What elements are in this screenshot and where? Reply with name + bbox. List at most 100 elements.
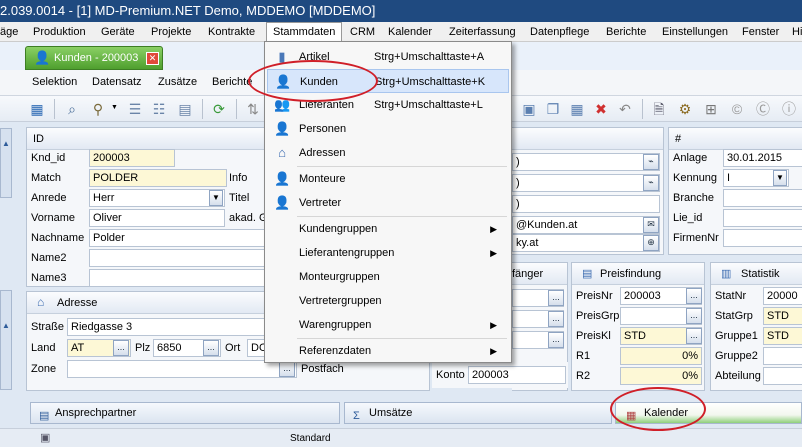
r1-field[interactable]: 0%	[620, 347, 702, 365]
abteilung-field[interactable]	[763, 367, 802, 385]
contact-field-2[interactable]: )	[512, 174, 660, 192]
gruppe2-field[interactable]	[763, 347, 802, 365]
grid-small-icon[interactable]: ⊞	[702, 100, 720, 118]
menu-item-zeiterfassung[interactable]: Zeiterfassung	[449, 22, 516, 41]
strasse-field[interactable]: Riedgasse 3	[67, 318, 297, 336]
document-icon[interactable]: 🗎	[650, 100, 668, 118]
lookup-button[interactable]: ...	[548, 290, 564, 306]
info-label: Info	[229, 172, 248, 184]
menu-item-berichte[interactable]: Berichte	[606, 22, 646, 41]
c-icon[interactable]: Ⓒ	[754, 100, 772, 118]
lookup-button[interactable]: ...	[548, 311, 564, 327]
name2-field[interactable]	[89, 249, 266, 267]
zone-field[interactable]	[67, 360, 297, 378]
save-icon[interactable]: ▣	[520, 100, 538, 118]
menu-item-adressen[interactable]: ⌂ Adressen	[267, 141, 509, 165]
bottom-tool-icon[interactable]: ▣	[40, 431, 50, 444]
vorname-field[interactable]: Oliver	[89, 209, 225, 227]
paperclip-icon[interactable]: ⌁	[643, 175, 659, 191]
menu-item-crm[interactable]: CRM	[350, 22, 375, 41]
menu-item-einstellungen[interactable]: Einstellungen	[662, 22, 728, 41]
bottom-view-select[interactable]: Standard	[290, 433, 331, 444]
menu-item-fenster[interactable]: Fenster	[742, 22, 779, 41]
name3-field[interactable]	[89, 269, 266, 287]
menu-item-produktion[interactable]: Produktion	[33, 22, 86, 41]
submenu-selektion[interactable]: Selektion	[32, 76, 77, 88]
menu-item-hilfe[interactable]: Hilfe	[792, 22, 802, 41]
side-collapse-bottom[interactable]: ▲	[0, 290, 12, 390]
chevron-down-icon[interactable]: ▼	[773, 170, 787, 186]
tab-ansprechpartner[interactable]: ▤ Ansprechpartner	[30, 402, 340, 424]
zone-lookup-button[interactable]: ...	[279, 361, 295, 377]
delete-icon[interactable]: ✖	[592, 100, 610, 118]
info-icon[interactable]: ⓘ	[780, 100, 798, 118]
statnr-field[interactable]: 20000	[763, 287, 802, 305]
filter-icon[interactable]: ⚲	[89, 100, 107, 118]
menu-item-personen[interactable]: 👤 Personen	[267, 117, 509, 141]
web-icon[interactable]: ⊕	[643, 235, 659, 251]
list-alt-icon[interactable]: ☷	[150, 100, 168, 118]
lie-id-field[interactable]	[723, 209, 802, 227]
statgrp-field[interactable]: STD	[763, 307, 802, 325]
lookup-button[interactable]: ...	[686, 288, 702, 304]
menu-item-stammdaten[interactable]: Stammdaten	[266, 22, 342, 41]
search-icon[interactable]: ⌕	[63, 100, 81, 118]
list-icon[interactable]: ☰	[126, 100, 144, 118]
anlage-field[interactable]: 30.01.2015	[723, 149, 802, 167]
menu-item-vertretergruppen[interactable]: Vertretergruppen	[267, 289, 509, 313]
menu-item-kalender[interactable]: Kalender	[388, 22, 432, 41]
chevron-down-icon[interactable]: ▼	[209, 190, 223, 206]
paperclip-icon[interactable]: ⌁	[643, 154, 659, 170]
email-field[interactable]: @Kunden.at	[512, 216, 660, 234]
chevron-down-icon[interactable]: ▼	[111, 104, 118, 111]
tab-umsaetze[interactable]: Σ Umsätze	[344, 402, 612, 424]
menu-item-monteurgruppen[interactable]: Monteurgruppen	[267, 265, 509, 289]
menu-item-lieferantengruppen[interactable]: Lieferantengruppen ▶	[267, 241, 509, 265]
gruppe1-field[interactable]: STD	[763, 327, 802, 345]
anrede-select[interactable]: Herr	[89, 189, 225, 207]
submenu-zusaetze[interactable]: Zusätze	[158, 76, 197, 88]
refresh-icon[interactable]: ⟳	[210, 100, 228, 118]
lookup-button[interactable]: ...	[686, 308, 702, 324]
close-icon[interactable]: ✕	[146, 52, 159, 65]
email-icon[interactable]: ✉	[643, 217, 659, 233]
tab-kunden-document[interactable]: 👤 Kunden - 200003 ✕	[25, 46, 163, 70]
knd-id-field[interactable]: 200003	[89, 149, 175, 167]
menu-item-warengruppen[interactable]: Warengruppen ▶	[267, 313, 509, 337]
chevron-up-icon[interactable]: ▲	[2, 139, 10, 148]
submenu-datensatz[interactable]: Datensatz	[92, 76, 142, 88]
copy-icon[interactable]: ❐	[544, 100, 562, 118]
copyright-icon[interactable]: ©	[728, 100, 746, 118]
r2-field[interactable]: 0%	[620, 367, 702, 385]
contact-field-3[interactable]: )	[512, 195, 660, 213]
menu-item-projekte[interactable]: Projekte	[151, 22, 191, 41]
lookup-button[interactable]: ...	[686, 328, 702, 344]
menu-item-aege[interactable]: äge	[0, 22, 18, 41]
nachname-field[interactable]: Polder	[89, 229, 266, 247]
settings-icon[interactable]: ⚙	[676, 100, 694, 118]
sort-icon[interactable]: ⇅	[244, 100, 262, 118]
lookup-button[interactable]: ...	[548, 332, 564, 348]
table-icon[interactable]: ▦	[568, 100, 586, 118]
web-field[interactable]: ky.at	[512, 234, 660, 252]
branche-field[interactable]	[723, 189, 802, 207]
plz-lookup-button[interactable]: ...	[203, 340, 219, 356]
side-collapse-top[interactable]: ▲	[0, 128, 12, 198]
match-field[interactable]: POLDER	[89, 169, 227, 187]
abteilung-label: Abteilung	[715, 370, 761, 382]
grid-icon[interactable]: ▦	[28, 100, 46, 118]
menu-item-monteure[interactable]: 👤 Monteure	[267, 167, 509, 191]
menu-item-vertreter[interactable]: 👤 Vertreter	[267, 191, 509, 215]
menu-item-datenpflege[interactable]: Datenpflege	[530, 22, 589, 41]
list-detail-icon[interactable]: ▤	[176, 100, 194, 118]
undo-icon[interactable]: ↶	[616, 100, 634, 118]
chevron-up-icon[interactable]: ▲	[2, 321, 10, 330]
land-lookup-button[interactable]: ...	[113, 340, 129, 356]
menu-item-kundengruppen[interactable]: Kundengruppen ▶	[267, 217, 509, 241]
menu-item-kontrakte[interactable]: Kontrakte	[208, 22, 255, 41]
menu-item-referenzdaten[interactable]: Referenzdaten ▶	[267, 339, 509, 363]
contact-field-1[interactable]: )	[512, 153, 660, 171]
menu-item-geraete[interactable]: Geräte	[101, 22, 135, 41]
konto-field[interactable]: 200003	[468, 366, 566, 384]
firmennr-field[interactable]	[723, 229, 802, 247]
